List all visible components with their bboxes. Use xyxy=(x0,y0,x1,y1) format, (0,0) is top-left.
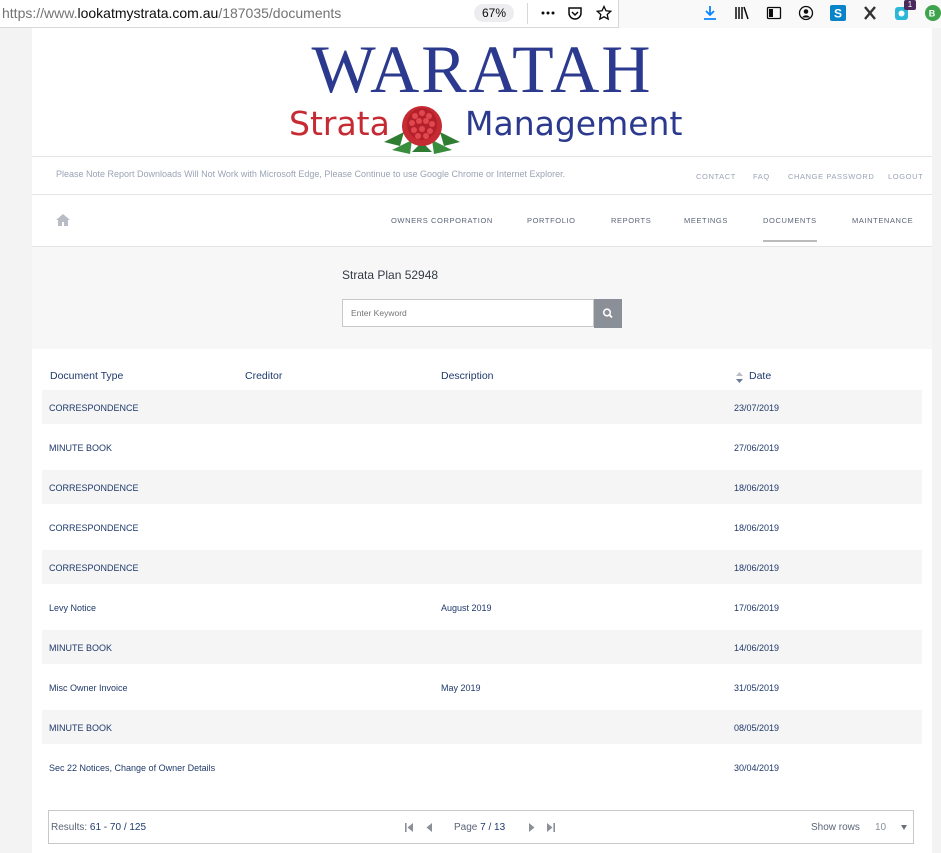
pagination-bar: Results: 61 - 70 / 125 Page 7 / 13 Show … xyxy=(48,810,914,844)
date-cell: 18/06/2019 xyxy=(734,483,780,493)
faq-link[interactable]: FAQ xyxy=(753,172,770,181)
svg-text:S: S xyxy=(834,7,842,21)
notice-bar: Please Note Report Downloads Will Not Wo… xyxy=(32,156,932,195)
rows-per-page-select[interactable]: 10 xyxy=(875,822,886,833)
waratah-flower-icon xyxy=(384,106,460,154)
column-header-description[interactable]: Description xyxy=(441,370,494,382)
description-cell: May 2019 xyxy=(441,683,481,693)
table-row[interactable]: MINUTE BOOK 27/06/2019 xyxy=(42,430,922,464)
chevron-down-icon[interactable] xyxy=(901,825,907,830)
extension-badge-count: 1 xyxy=(904,0,916,10)
date-cell: 18/06/2019 xyxy=(734,563,780,573)
bookmark-star-icon[interactable] xyxy=(596,5,612,21)
table-row[interactable]: CORRESPONDENCE 18/06/2019 xyxy=(42,510,922,544)
logo-subtitle-right: Management xyxy=(465,104,683,143)
date-cell: 30/04/2019 xyxy=(734,763,780,773)
results-summary: Results: 61 - 70 / 125 xyxy=(51,822,147,833)
table-row[interactable]: CORRESPONDENCE 18/06/2019 xyxy=(42,470,922,504)
divider xyxy=(527,3,528,24)
last-page-icon[interactable] xyxy=(546,823,555,832)
table-row[interactable]: CORRESPONDENCE 18/06/2019 xyxy=(42,550,922,584)
change-password-link[interactable]: CHANGE PASSWORD xyxy=(788,172,874,181)
svg-text:B: B xyxy=(929,9,936,19)
profile-extension-icon[interactable]: B xyxy=(925,5,941,21)
download-icon[interactable] xyxy=(702,5,718,21)
column-header-date[interactable]: Date xyxy=(749,370,771,382)
table-row[interactable]: MINUTE BOOK 08/05/2019 xyxy=(42,710,922,744)
search-icon xyxy=(602,308,613,319)
nav-owners-corporation[interactable]: OWNERS CORPORATION xyxy=(391,216,493,225)
document-type-cell[interactable]: Sec 22 Notices, Change of Owner Details xyxy=(49,763,215,773)
date-cell: 14/06/2019 xyxy=(734,643,780,653)
next-page-icon[interactable] xyxy=(527,823,536,832)
keyword-search-input[interactable] xyxy=(342,299,594,327)
url-text[interactable]: https://www.lookatmystrata.com.au/187035… xyxy=(2,5,341,21)
column-header-creditor[interactable]: Creditor xyxy=(245,370,282,382)
document-type-cell[interactable]: CORRESPONDENCE xyxy=(49,483,139,493)
document-type-cell[interactable]: CORRESPONDENCE xyxy=(49,563,139,573)
nav-documents[interactable]: DOCUMENTS xyxy=(763,216,817,225)
date-cell: 08/05/2019 xyxy=(734,723,780,733)
browser-toolbar: https://www.lookatmystrata.com.au/187035… xyxy=(0,0,941,29)
document-type-cell[interactable]: MINUTE BOOK xyxy=(49,723,112,733)
document-type-cell[interactable]: CORRESPONDENCE xyxy=(49,523,139,533)
sidebar-icon[interactable] xyxy=(766,5,782,21)
search-panel xyxy=(32,247,932,349)
contact-link[interactable]: CONTACT xyxy=(696,172,736,181)
date-cell: 18/06/2019 xyxy=(734,523,780,533)
date-cell: 23/07/2019 xyxy=(734,403,780,413)
document-type-cell[interactable]: Misc Owner Invoice xyxy=(49,683,128,693)
document-type-cell[interactable]: Levy Notice xyxy=(49,603,96,613)
browser-notice: Please Note Report Downloads Will Not Wo… xyxy=(56,169,566,179)
account-icon[interactable] xyxy=(798,5,814,21)
library-icon[interactable] xyxy=(734,5,750,21)
search-button[interactable] xyxy=(594,299,622,328)
active-nav-indicator xyxy=(763,240,817,242)
address-bar[interactable]: https://www.lookatmystrata.com.au/187035… xyxy=(0,0,619,28)
zoom-level-badge[interactable]: 67% xyxy=(474,4,514,22)
nav-meetings[interactable]: MEETINGS xyxy=(684,216,728,225)
sort-icon[interactable] xyxy=(736,372,743,383)
rows-per-page-value: 10 xyxy=(875,822,887,833)
x-extension-icon[interactable] xyxy=(862,5,878,21)
table-row[interactable]: CORRESPONDENCE 23/07/2019 xyxy=(42,390,922,424)
home-icon[interactable] xyxy=(56,214,70,226)
logout-link[interactable]: LOGOUT xyxy=(888,172,923,181)
pocket-icon[interactable] xyxy=(567,5,583,21)
previous-page-icon[interactable] xyxy=(425,823,434,832)
document-type-cell[interactable]: CORRESPONDENCE xyxy=(49,403,139,413)
first-page-icon[interactable] xyxy=(405,823,414,832)
date-cell: 31/05/2019 xyxy=(734,683,780,693)
company-logo[interactable]: WARATAH Strata Management xyxy=(289,31,682,156)
date-cell: 17/06/2019 xyxy=(734,603,780,613)
column-header-document-type[interactable]: Document Type xyxy=(50,370,123,382)
table-row[interactable]: Misc Owner Invoice May 2019 31/05/2019 xyxy=(42,670,922,704)
table-row[interactable]: Sec 22 Notices, Change of Owner Details 3… xyxy=(42,750,922,784)
main-nav: OWNERS CORPORATION PORTFOLIO REPORTS MEE… xyxy=(32,194,932,247)
nav-maintenance[interactable]: MAINTENANCE xyxy=(852,216,913,225)
document-type-cell[interactable]: MINUTE BOOK xyxy=(49,443,112,453)
description-cell: August 2019 xyxy=(441,603,492,613)
skype-extension-icon[interactable]: S xyxy=(830,5,846,21)
nav-portfolio[interactable]: PORTFOLIO xyxy=(527,216,576,225)
table-row[interactable]: MINUTE BOOK 14/06/2019 xyxy=(42,630,922,664)
more-actions-icon[interactable] xyxy=(540,5,556,21)
plan-title: Strata Plan 52948 xyxy=(342,268,439,282)
nav-reports[interactable]: REPORTS xyxy=(611,216,651,225)
page-indicator: Page 7 / 13 xyxy=(454,822,506,833)
date-cell: 27/06/2019 xyxy=(734,443,780,453)
show-rows-label: Show rows xyxy=(811,822,860,833)
logo-subtitle-left: Strata xyxy=(289,104,390,143)
logo-wordmark: WARATAH xyxy=(311,31,653,107)
table-row[interactable]: Levy Notice August 2019 17/06/2019 xyxy=(42,590,922,624)
document-type-cell[interactable]: MINUTE BOOK xyxy=(49,643,112,653)
